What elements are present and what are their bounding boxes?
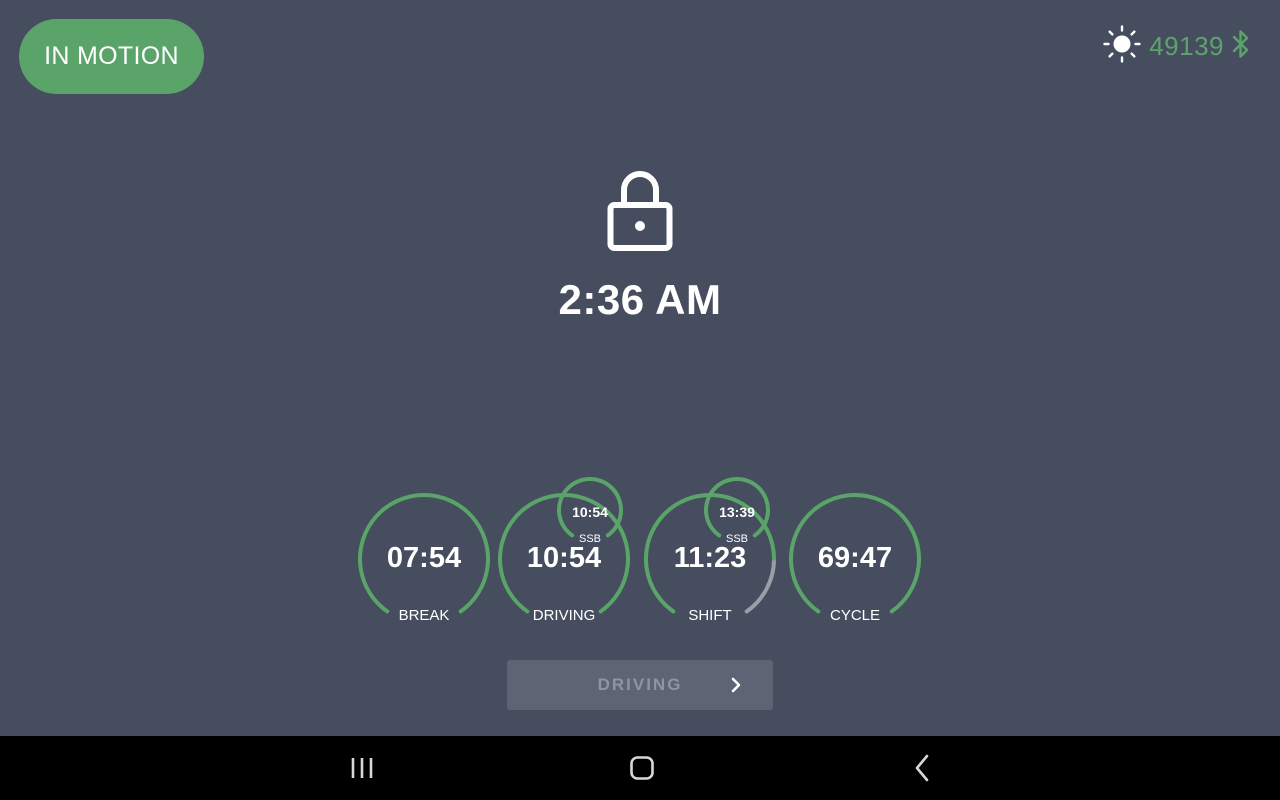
hos-gauges: 07:54 BREAK 10:54 DRIVING 10:54 SSB 11:2… bbox=[340, 474, 940, 634]
current-time: 2:36 AM bbox=[558, 276, 722, 323]
lock-screen: IN MOTION 49139 2:36 AM 07:54 BREAK 10:5… bbox=[0, 0, 1280, 800]
header-status-area: 49139 bbox=[1103, 24, 1250, 68]
vehicle-id: 49139 bbox=[1149, 30, 1224, 61]
gauge-shift-ssb: 13:39 SSB bbox=[701, 474, 773, 546]
gauge-break-value: 07:54 bbox=[386, 542, 462, 574]
gauge-break-label: BREAK bbox=[398, 607, 450, 624]
gauge-shift-ssb-label: SSB bbox=[725, 533, 748, 545]
gauge-driving-ssb-value: 10:54 bbox=[572, 504, 608, 520]
sun-icon[interactable] bbox=[1103, 24, 1141, 68]
gauge-driving-ssb: 10:54 SSB bbox=[554, 474, 626, 546]
gauge-driving-label: DRIVING bbox=[532, 607, 596, 624]
gauge-driving[interactable]: 10:54 DRIVING 10:54 SSB bbox=[489, 474, 639, 634]
gauge-shift-value: 11:23 bbox=[673, 542, 747, 574]
gauge-cycle-label: CYCLE bbox=[829, 607, 881, 624]
gauge-break[interactable]: 07:54 BREAK bbox=[349, 474, 499, 634]
recents-icon[interactable] bbox=[342, 748, 382, 788]
duty-status-label: DRIVING bbox=[597, 675, 683, 694]
gauge-cycle[interactable]: 69:47 CYCLE bbox=[780, 474, 930, 634]
gauge-shift-ssb-value: 13:39 bbox=[719, 504, 755, 520]
chevron-right-icon bbox=[727, 676, 745, 694]
status-label: IN MOTION bbox=[44, 42, 179, 70]
lock-icon bbox=[606, 166, 674, 254]
gauge-shift[interactable]: 11:23 SHIFT 13:39 SSB bbox=[635, 474, 785, 634]
back-icon[interactable] bbox=[902, 748, 942, 788]
home-icon[interactable] bbox=[622, 748, 662, 788]
gauge-driving-ssb-label: SSB bbox=[578, 533, 601, 545]
system-navigation-bar bbox=[0, 736, 1280, 800]
gauge-driving-value: 10:54 bbox=[526, 542, 602, 574]
duty-status-button[interactable]: DRIVING bbox=[507, 660, 773, 710]
status-badge[interactable]: IN MOTION bbox=[19, 19, 204, 94]
gauge-shift-label: SHIFT bbox=[688, 607, 732, 624]
gauge-cycle-value: 69:47 bbox=[817, 542, 893, 574]
bluetooth-icon bbox=[1232, 29, 1250, 64]
